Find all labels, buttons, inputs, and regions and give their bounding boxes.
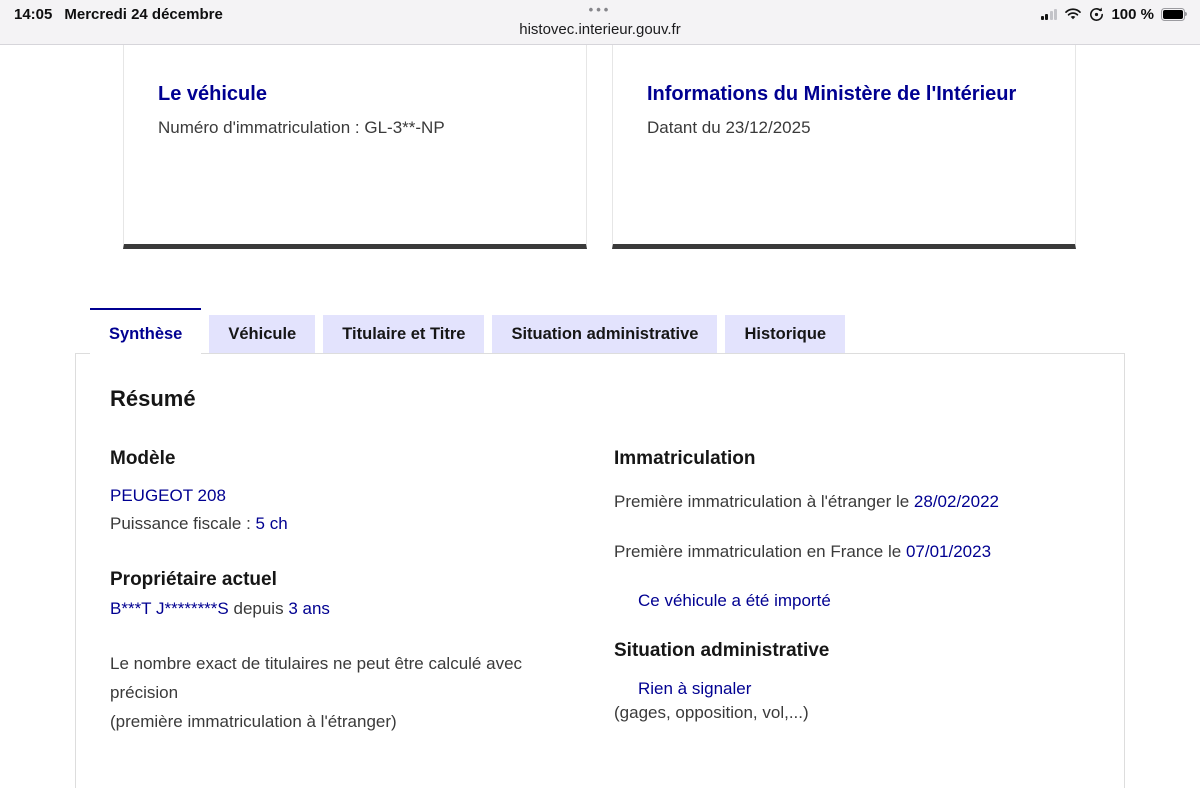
registration-heading: Immatriculation (614, 448, 756, 469)
battery-icon (1161, 7, 1188, 21)
model-name: PEUGEOT 208 (110, 486, 226, 505)
battery-percent-label: 100 % (1111, 5, 1154, 23)
model-heading: Modèle (110, 448, 176, 469)
rotation-lock-icon (1089, 7, 1104, 22)
owner-since-label: depuis (228, 599, 289, 618)
first-registration-france-label: Première immatriculation en France le (614, 542, 906, 561)
fiscal-power-line: Puissance fiscale : 5 ch (110, 511, 572, 537)
tab-historique[interactable]: Historique (725, 315, 846, 353)
summary-heading: Résumé (110, 386, 196, 411)
administrative-situation-heading: Situation administrative (614, 640, 830, 661)
ministry-info-card-title: Informations du Ministère de l'Intérieur (647, 83, 1017, 105)
tab-synthese[interactable]: Synthèse (90, 308, 202, 359)
vehicle-card-registration-number: Numéro d'immatriculation : GL-3**-NP (158, 118, 445, 137)
fiscal-power-label: Puissance fiscale : (110, 514, 256, 533)
owner-since-value: 3 ans (288, 599, 330, 618)
ministry-info-card: Informations du Ministère de l'Intérieur… (612, 45, 1076, 249)
fiscal-power-value: 5 ch (255, 514, 288, 533)
vehicle-imported-status: Ce véhicule a été importé (638, 591, 831, 610)
current-owner-heading: Propriétaire actuel (110, 569, 277, 590)
first-registration-foreign-line: Première immatriculation à l'étranger le… (614, 489, 1100, 515)
report-tabs: Synthèse Véhicule Titulaire et Titre Sit… (90, 308, 846, 359)
summary-left-column: Modèle PEUGEOT 208 Puissance fiscale : 5… (110, 448, 572, 736)
owner-count-note-line1: Le nombre exact de titulaires ne peut êt… (110, 654, 523, 702)
vehicle-card-title: Le véhicule (158, 83, 267, 105)
tab-overview-button[interactable]: ••• (0, 3, 1200, 16)
first-registration-foreign-label: Première immatriculation à l'étranger le (614, 492, 914, 511)
synthese-panel: Résumé Modèle PEUGEOT 208 Puissance fisc… (75, 353, 1125, 788)
owner-count-note: Le nombre exact de titulaires ne peut êt… (110, 649, 572, 736)
summary-right-column: Immatriculation Première immatriculation… (614, 448, 1100, 726)
first-registration-foreign-date: 28/02/2022 (913, 492, 1000, 511)
administrative-situation-note: (gages, opposition, vol,...) (614, 703, 809, 722)
ministry-info-card-date: Datant du 23/12/2025 (647, 118, 811, 137)
administrative-situation-status: Rien à signaler (638, 679, 752, 698)
vehicle-card: Le véhicule Numéro d'immatriculation : G… (123, 45, 587, 249)
owner-count-note-line2: (première immatriculation à l'étranger) (110, 712, 397, 731)
owner-masked-name: B***T J********S (110, 599, 229, 618)
status-bar: 14:05 Mercredi 24 décembre ••• histovec.… (0, 0, 1200, 45)
current-owner-line: B***T J********S depuis 3 ans (110, 596, 572, 622)
wifi-icon (1064, 7, 1082, 21)
address-bar[interactable]: histovec.interieur.gouv.fr (0, 21, 1200, 38)
tab-situation-administrative[interactable]: Situation administrative (492, 315, 718, 353)
tab-vehicule[interactable]: Véhicule (209, 315, 316, 353)
first-registration-france-line: Première immatriculation en France le 07… (614, 539, 1100, 565)
tab-titulaire-et-titre[interactable]: Titulaire et Titre (323, 315, 485, 353)
first-registration-france-date: 07/01/2023 (905, 542, 992, 561)
cellular-signal-icon (1040, 8, 1058, 20)
